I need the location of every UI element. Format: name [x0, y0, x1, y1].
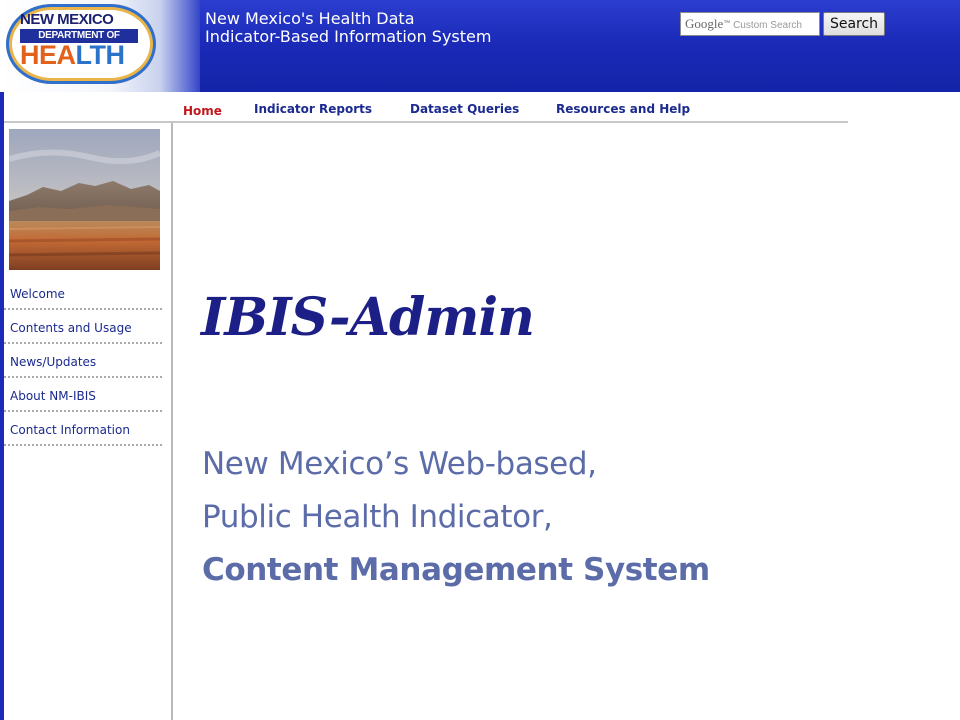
nm-health-logo[interactable]: NEW MEXICO DEPARTMENT OF HEALTH	[6, 4, 156, 84]
subtitle-line-2: Public Health Indicator,	[202, 499, 553, 535]
site-header: NEW MEXICO DEPARTMENT OF HEALTH New Mexi…	[0, 0, 960, 92]
logo-panel: NEW MEXICO DEPARTMENT OF HEALTH	[0, 0, 200, 92]
site-title-line2: Indicator-Based Information System	[205, 27, 492, 46]
search-input[interactable]: Google™ Custom Search	[680, 12, 820, 36]
sidebar-item-contents-usage[interactable]: Contents and Usage	[4, 310, 162, 344]
subtitle-line-3: Content Management System	[202, 552, 710, 588]
logo-text-health-part1: HEA	[20, 40, 76, 70]
nav-divider	[4, 121, 848, 123]
search-placeholder: Custom Search	[733, 20, 802, 31]
logo-text-new-mexico: NEW MEXICO	[20, 11, 114, 28]
nav-tab-indicator-reports[interactable]: Indicator Reports	[254, 102, 372, 116]
sidebar-item-about[interactable]: About NM-IBIS	[4, 378, 162, 412]
landscape-photo	[9, 129, 160, 270]
sidebar-item-contact[interactable]: Contact Information	[4, 412, 162, 446]
page-title: IBIS-Admin	[201, 287, 535, 348]
nav-tab-resources-help[interactable]: Resources and Help	[556, 102, 690, 116]
site-title: New Mexico's Health Data Indicator-Based…	[205, 10, 491, 46]
logo-text-health: HEALTH	[20, 41, 125, 69]
sidebar-item-welcome[interactable]: Welcome	[4, 276, 162, 310]
sidebar-item-news-updates[interactable]: News/Updates	[4, 344, 162, 378]
sidebar-nav: Welcome Contents and Usage News/Updates …	[4, 276, 162, 446]
google-logo: Google	[685, 16, 724, 31]
mountain-landscape-image	[9, 129, 160, 270]
top-nav: Home Indicator Reports Dataset Queries R…	[4, 92, 848, 122]
logo-text-health-part2: LTH	[75, 40, 125, 70]
nav-tab-dataset-queries[interactable]: Dataset Queries	[410, 102, 519, 116]
site-title-line1: New Mexico's Health Data	[205, 9, 415, 28]
subtitle-line-1: New Mexico’s Web-based,	[202, 446, 597, 482]
search-button[interactable]: Search	[823, 12, 885, 36]
nav-tab-home[interactable]: Home	[183, 104, 222, 118]
sidebar-divider	[171, 123, 173, 720]
